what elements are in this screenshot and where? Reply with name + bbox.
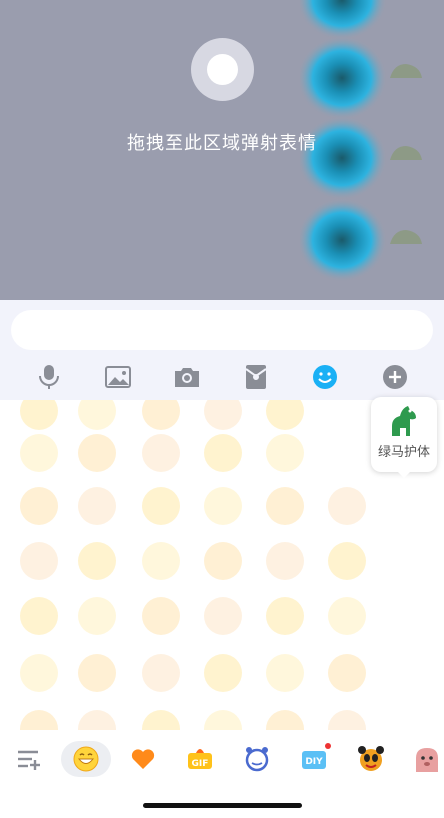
emoji-cell[interactable] xyxy=(266,710,304,730)
emoji-cell[interactable] xyxy=(20,487,58,525)
sticker-tab-bar: GIF DIY xyxy=(0,736,444,782)
diy-icon: DIY xyxy=(302,751,326,769)
emoji-cell[interactable] xyxy=(20,654,58,692)
image-icon xyxy=(105,366,131,388)
gif-label: GIF xyxy=(192,759,209,769)
emoji-cell[interactable] xyxy=(204,654,242,692)
camera-icon xyxy=(175,368,199,387)
tab-pink-monster[interactable] xyxy=(410,741,444,777)
emoji-cell[interactable] xyxy=(204,597,242,635)
tab-clock-mascot[interactable] xyxy=(240,741,274,777)
emoji-cell[interactable] xyxy=(20,400,58,430)
emoji-cell[interactable] xyxy=(142,487,180,525)
image-button[interactable] xyxy=(101,360,135,394)
emoji-cell[interactable] xyxy=(328,710,366,730)
emoji-cell[interactable] xyxy=(78,400,116,430)
tab-diy[interactable]: DIY xyxy=(297,741,331,777)
emoji-icon xyxy=(313,365,337,389)
emoji-cell[interactable] xyxy=(266,434,304,472)
microphone-icon xyxy=(39,365,59,389)
tab-manage[interactable] xyxy=(12,741,46,777)
green-horse-icon xyxy=(392,406,416,436)
emoji-cell[interactable] xyxy=(78,434,116,472)
emoji-cell[interactable] xyxy=(204,487,242,525)
emoji-cell[interactable] xyxy=(204,710,242,730)
red-packet-button[interactable] xyxy=(239,360,273,394)
emoji-cell[interactable] xyxy=(20,597,58,635)
emoji-cell[interactable] xyxy=(142,654,180,692)
emoji-cell[interactable] xyxy=(266,654,304,692)
emoji-cell[interactable] xyxy=(142,597,180,635)
pink-monster-icon xyxy=(416,748,438,772)
home-indicator xyxy=(143,803,302,808)
fling-hint-text: 拖拽至此区域弹射表情 xyxy=(127,133,317,154)
emoji-cell[interactable] xyxy=(266,542,304,580)
voice-button[interactable] xyxy=(32,360,66,394)
red-packet-icon xyxy=(245,365,267,389)
camera-button[interactable] xyxy=(170,360,204,394)
emoji-cell[interactable] xyxy=(142,434,180,472)
plus-icon xyxy=(383,365,407,389)
emoji-cell[interactable] xyxy=(78,542,116,580)
heart-icon xyxy=(131,749,155,769)
emoji-cell[interactable] xyxy=(328,654,366,692)
emoji-face-icon xyxy=(73,746,99,772)
emoji-cell[interactable] xyxy=(78,710,116,730)
sticker-preview-label: 绿马护体 xyxy=(377,445,430,460)
emoji-cell[interactable] xyxy=(266,597,304,635)
emoji-cell[interactable] xyxy=(20,542,58,580)
emoji-button[interactable] xyxy=(308,360,342,394)
emoji-cell[interactable] xyxy=(328,597,366,635)
emoji-cell[interactable] xyxy=(204,400,242,430)
clock-mascot-icon xyxy=(245,747,269,772)
diy-label: DIY xyxy=(305,757,323,767)
emoji-cell[interactable] xyxy=(328,542,366,580)
sticker-preview-popup[interactable]: 绿马护体 xyxy=(371,397,437,478)
tab-gif[interactable]: GIF xyxy=(183,741,217,777)
emoji-cell[interactable] xyxy=(328,487,366,525)
gif-icon: GIF xyxy=(188,749,212,769)
manage-icon xyxy=(18,750,40,770)
emoji-cell[interactable] xyxy=(266,487,304,525)
new-badge-dot xyxy=(325,743,331,749)
tab-panda-mascot[interactable] xyxy=(354,741,388,777)
panda-mascot-icon xyxy=(358,746,384,771)
fling-target-circle xyxy=(191,38,254,101)
emoji-cell[interactable] xyxy=(142,542,180,580)
emoji-cell[interactable] xyxy=(266,400,304,430)
emoji-cell[interactable] xyxy=(204,434,242,472)
tab-favorites[interactable] xyxy=(126,741,160,777)
emoji-cell[interactable] xyxy=(20,710,58,730)
popup-arrow xyxy=(397,471,411,478)
emoji-cell[interactable] xyxy=(142,400,180,430)
chat-input-area xyxy=(0,300,444,400)
tab-emoji[interactable] xyxy=(61,741,111,777)
emoji-cell[interactable] xyxy=(78,597,116,635)
emoji-cell[interactable] xyxy=(20,434,58,472)
more-button[interactable] xyxy=(378,360,412,394)
emoji-cell[interactable] xyxy=(78,487,116,525)
fling-drop-zone[interactable]: 拖拽至此区域弹射表情 xyxy=(0,0,444,300)
emoji-cell[interactable] xyxy=(204,542,242,580)
message-input[interactable] xyxy=(11,310,433,350)
input-toolbar xyxy=(0,360,444,394)
emoji-cell[interactable] xyxy=(142,710,180,730)
emoji-cell[interactable] xyxy=(78,654,116,692)
